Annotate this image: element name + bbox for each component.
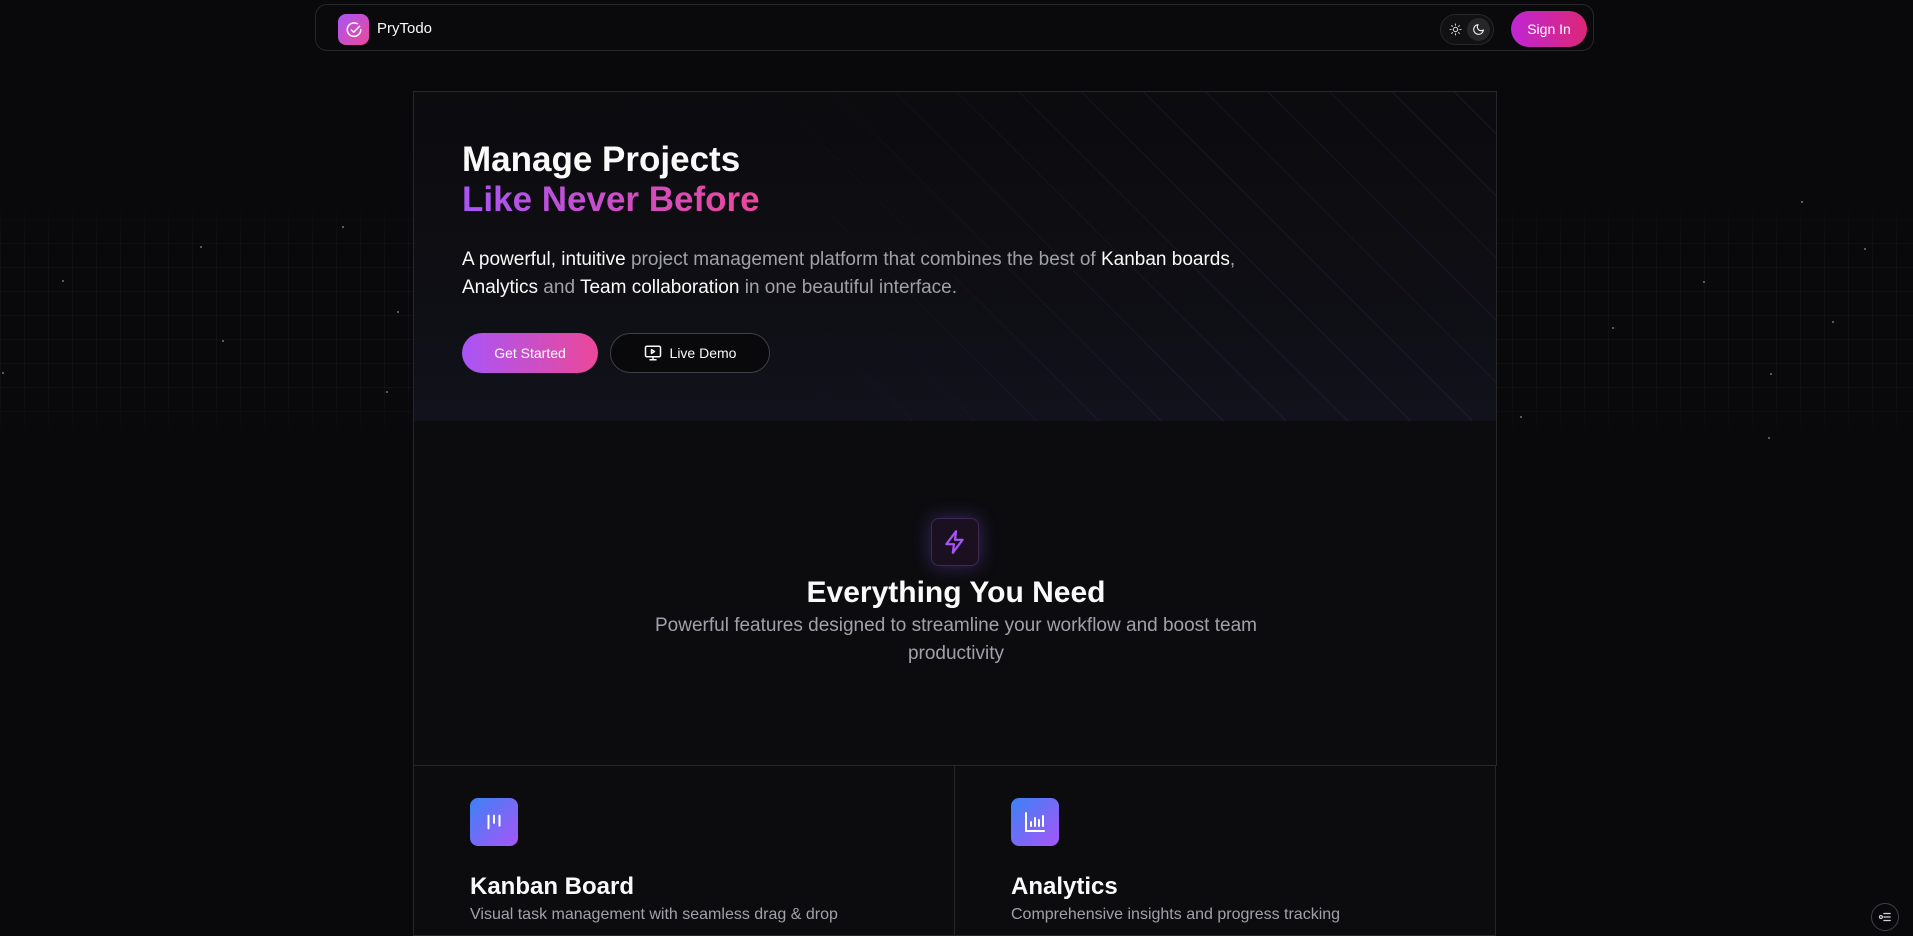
settings-menu-icon[interactable] [1871,903,1899,931]
sign-in-button[interactable]: Sign In [1511,11,1587,47]
sun-icon[interactable] [1444,18,1467,41]
hero-section: Manage Projects Like Never Before A powe… [413,91,1497,422]
hero-description: A powerful, intuitive project management… [462,249,1236,298]
zap-icon [931,518,979,566]
hero-title-highlight: Like Never Before [462,180,760,219]
features-section: Everything You Need Powerful features de… [413,421,1497,766]
top-navbar: PryTodo Sign In [315,4,1594,51]
feature-card-analytics: Analytics Comprehensive insights and pro… [954,765,1496,936]
live-demo-label: Live Demo [669,345,737,361]
bar-chart-icon [1011,798,1059,846]
feature-card-desc: Comprehensive insights and progress trac… [1011,906,1341,923]
brand-name[interactable]: PryTodo [377,20,432,37]
get-started-button[interactable]: Get Started [462,333,598,373]
live-demo-button[interactable]: Live Demo [610,333,770,373]
hero-title: Manage Projects [462,140,741,179]
features-title: Everything You Need [806,576,1106,609]
feature-card-title: Kanban Board [470,873,635,900]
monitor-play-icon [644,344,662,362]
feature-card-kanban: Kanban Board Visual task management with… [413,765,955,936]
moon-icon[interactable] [1467,18,1490,41]
feature-card-title: Analytics [1011,873,1118,900]
features-subtitle: Powerful features designed to streamline… [655,615,1257,664]
feature-card-desc: Visual task management with seamless dra… [470,906,838,923]
kanban-icon [470,798,518,846]
theme-toggle [1440,14,1494,45]
logo-icon[interactable] [338,14,369,45]
